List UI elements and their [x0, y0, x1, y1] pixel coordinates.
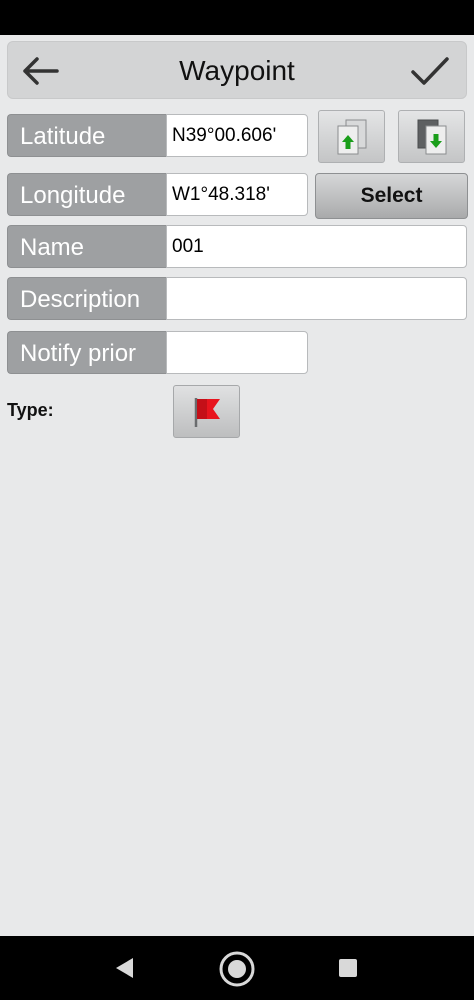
nav-recents-button[interactable]	[330, 952, 366, 984]
confirm-button[interactable]	[408, 51, 452, 91]
status-bar	[0, 0, 474, 35]
nav-home-button[interactable]	[217, 949, 257, 989]
waypoint-screen: Waypoint Latitude N39°00.606' Longitude …	[0, 35, 474, 936]
download-button[interactable]	[398, 110, 465, 163]
navigation-bar	[0, 936, 474, 1000]
select-button[interactable]: Select	[315, 173, 468, 219]
type-flag-button[interactable]	[173, 385, 240, 438]
nav-back-button[interactable]	[104, 952, 144, 984]
header-bar: Waypoint	[7, 41, 467, 99]
nav-back-icon	[116, 958, 133, 978]
upload-arrow-icon	[337, 119, 366, 154]
description-field[interactable]	[166, 277, 467, 320]
latitude-label: Latitude	[7, 114, 167, 157]
download-arrow-icon	[417, 119, 446, 154]
back-button[interactable]	[18, 51, 62, 91]
page-title: Waypoint	[179, 55, 295, 86]
longitude-field[interactable]: W1°48.318'	[166, 173, 308, 216]
nav-home-icon	[219, 951, 255, 987]
name-field[interactable]: 001	[166, 225, 467, 268]
notify-prior-label: Notify prior	[7, 331, 167, 374]
nav-recents-icon	[339, 959, 357, 977]
longitude-label: Longitude	[7, 173, 167, 216]
latitude-field[interactable]: N39°00.606'	[166, 114, 308, 157]
description-label: Description	[7, 277, 167, 320]
name-label: Name	[7, 225, 167, 268]
type-label: Type:	[7, 400, 54, 420]
upload-button[interactable]	[318, 110, 385, 163]
red-flag-icon	[194, 397, 220, 427]
checkmark-icon	[411, 57, 449, 85]
back-arrow-icon	[23, 57, 59, 85]
notify-prior-field[interactable]	[166, 331, 308, 374]
